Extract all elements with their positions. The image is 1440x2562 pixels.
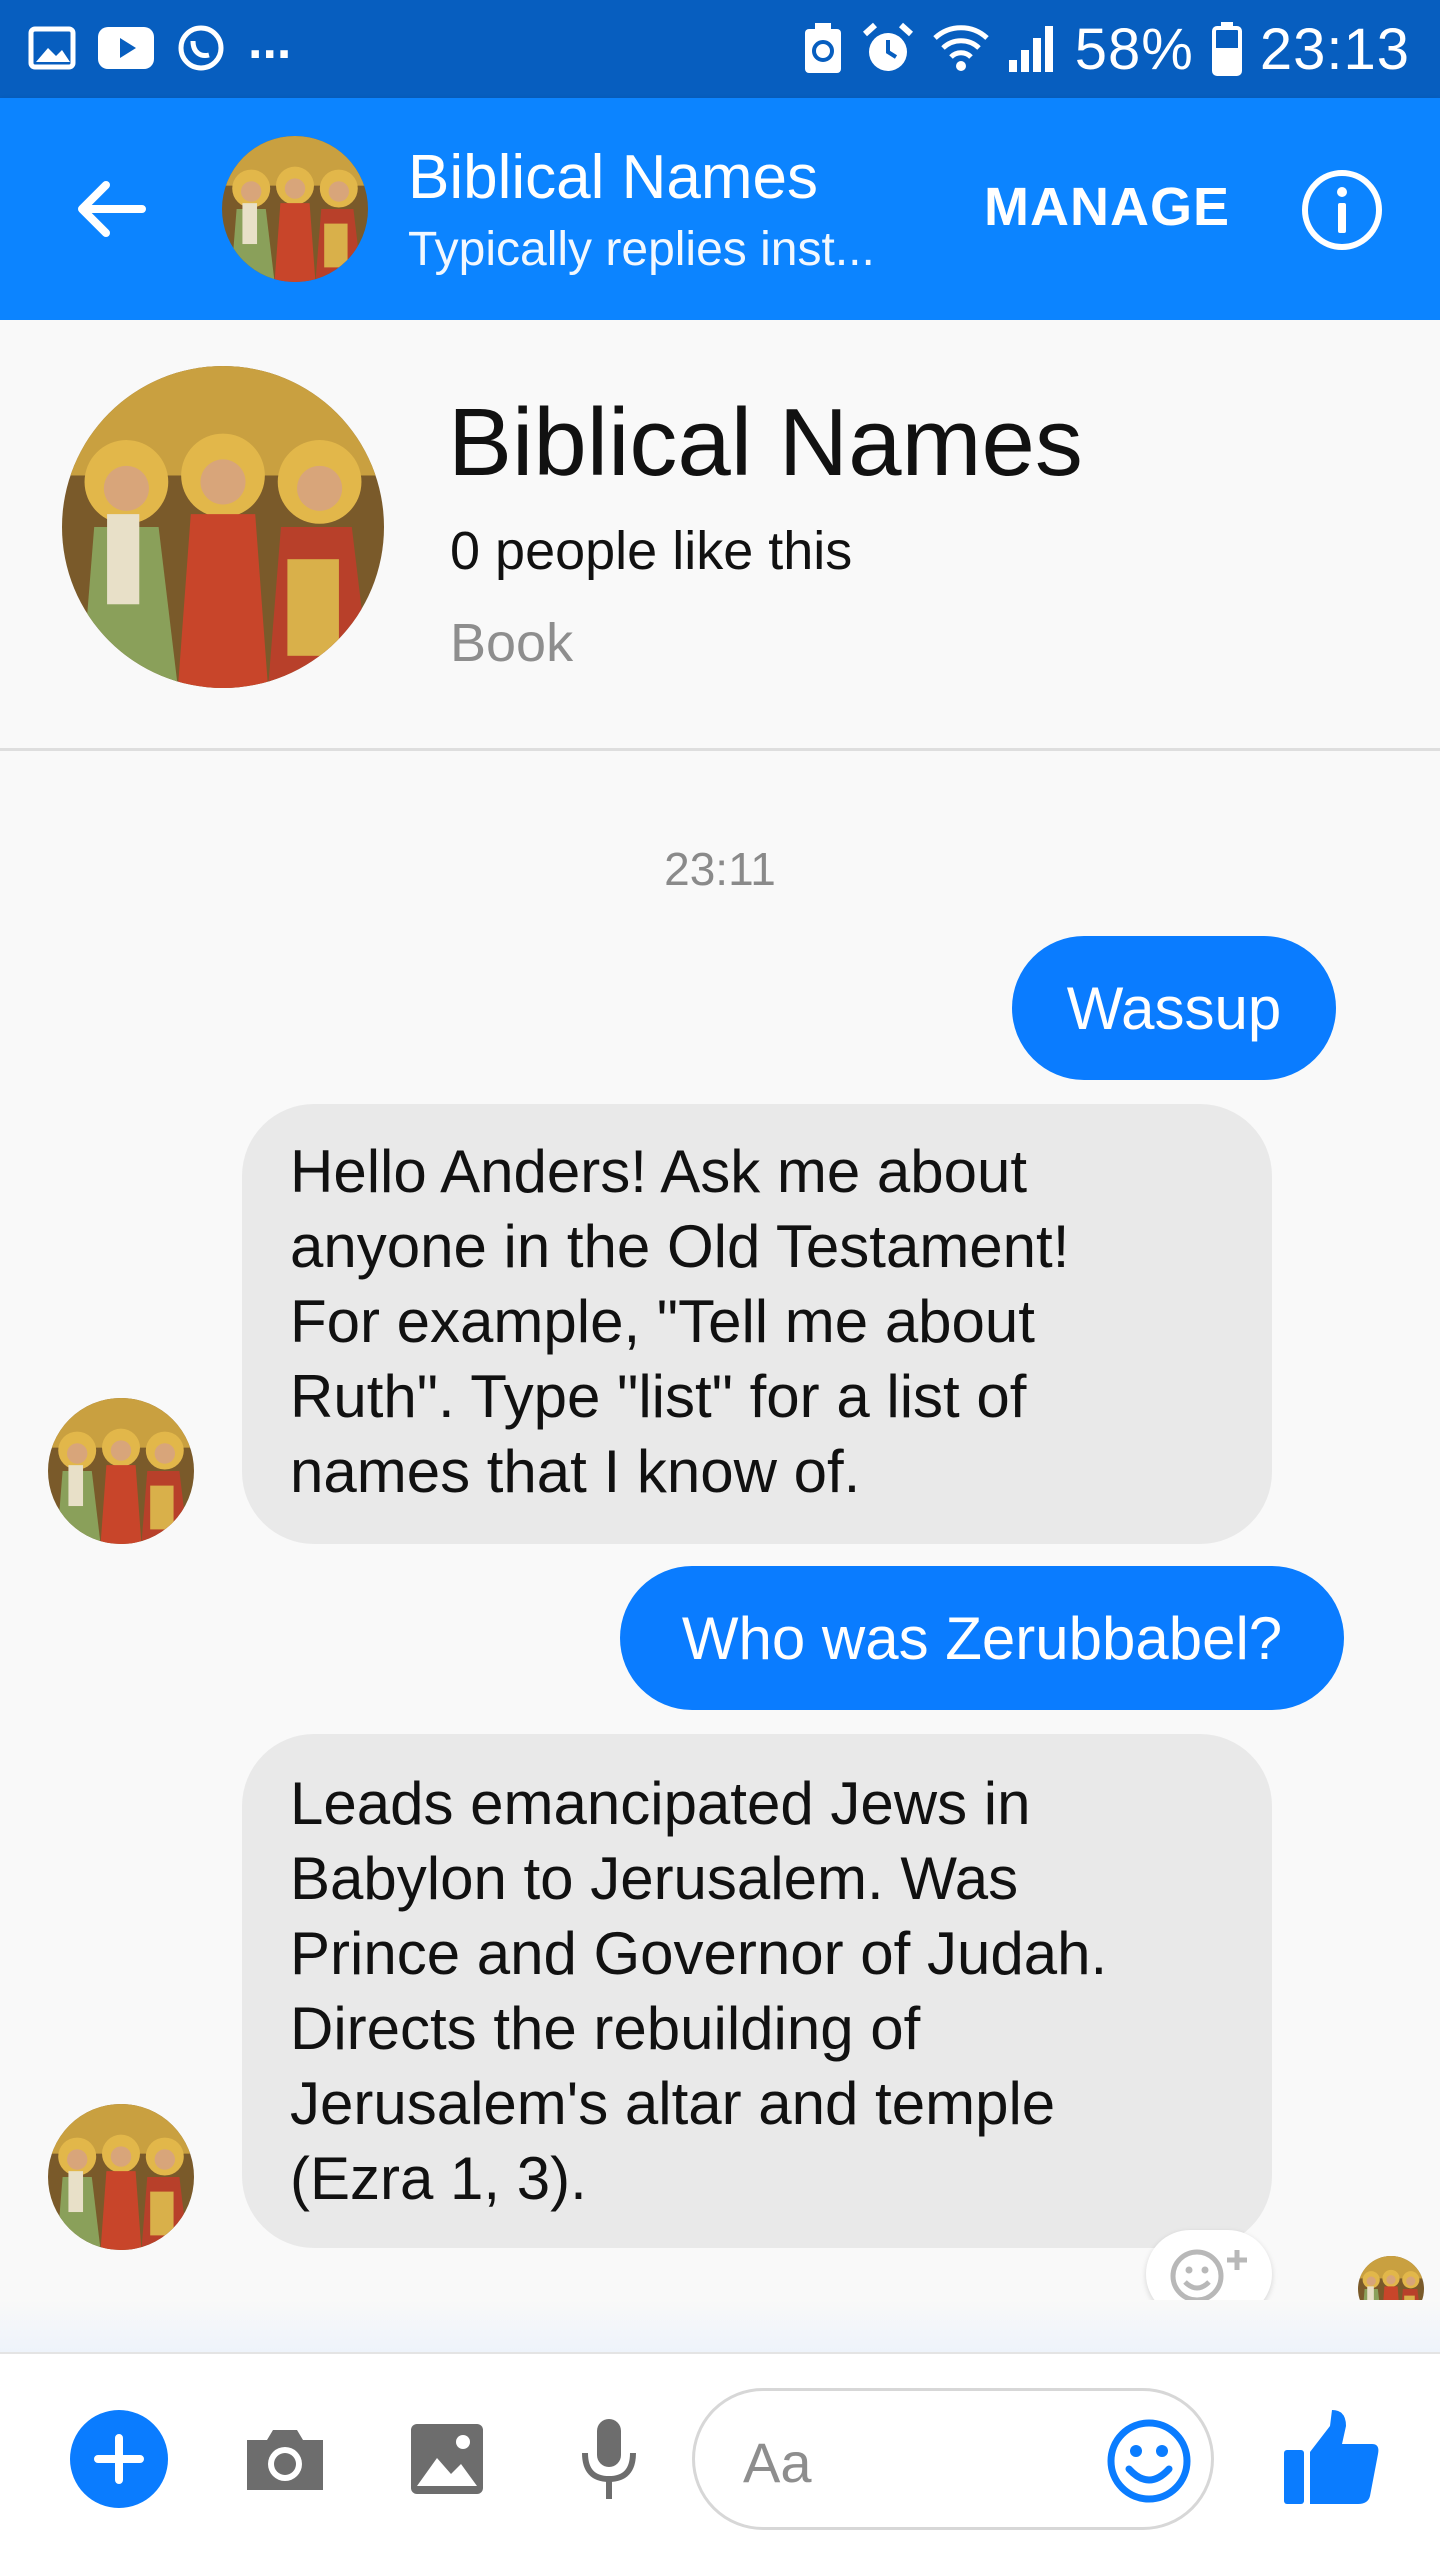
message-line: Leads emancipated Jews in	[290, 1770, 1031, 1837]
status-bar-notifications: ...	[28, 12, 291, 78]
back-button[interactable]	[66, 164, 156, 254]
sent-message-bubble[interactable]: Wassup	[1012, 936, 1336, 1080]
page-avatar[interactable]	[222, 136, 368, 282]
sync-notification-icon	[178, 25, 224, 71]
wifi-icon	[933, 25, 989, 71]
profile-likes: 0 people like this	[450, 521, 853, 581]
more-notifications: ...	[248, 12, 292, 70]
profile-name: Biblical Names	[448, 389, 1083, 496]
response-time-subtitle: Typically replies inst...	[408, 223, 875, 276]
icon-painting-thumbnail	[48, 1398, 194, 1544]
icon-painting-thumbnail	[222, 136, 368, 282]
battery-percentage: 58%	[1074, 16, 1194, 82]
message-timestamp: 23:11	[664, 843, 776, 895]
profile-category: Book	[450, 613, 574, 673]
status-bar-system: 58% 23:13	[803, 14, 1410, 84]
message-line: Babylon to Jerusalem. Was	[290, 1845, 1019, 1912]
message-text: Wassup	[1066, 974, 1282, 1042]
camera-icon	[247, 2430, 323, 2490]
mic-icon	[582, 2419, 636, 2499]
conversation-header: Biblical Names Typically replies inst...…	[0, 98, 1440, 320]
scroll-fade	[0, 2300, 1440, 2352]
message-line: Ruth". Type "list" for a list of	[290, 1363, 1027, 1430]
clock: 23:13	[1259, 16, 1410, 82]
like-button[interactable]	[1280, 2406, 1384, 2510]
profile-avatar[interactable]	[62, 366, 384, 688]
received-message-bubble[interactable]: Leads emancipated Jews in Babylon to Jer…	[242, 1734, 1272, 2248]
message-input[interactable]	[741, 2421, 1045, 2503]
icon-painting-thumbnail	[48, 2104, 194, 2250]
emoji-button[interactable]	[1105, 2417, 1193, 2505]
image-icon	[411, 2424, 483, 2494]
add-reaction-icon	[1170, 2249, 1247, 2303]
gallery-notification-icon	[28, 26, 76, 70]
thumbs-up-icon	[1284, 2410, 1379, 2504]
plus-icon	[94, 2434, 144, 2484]
emoji-icon	[1107, 2419, 1191, 2503]
conversation-title[interactable]: Biblical Names	[408, 142, 818, 213]
info-button[interactable]	[1300, 168, 1384, 252]
message-input-container[interactable]	[692, 2388, 1214, 2530]
message-line: Prince and Governor of Judah.	[290, 1920, 1108, 1987]
status-bar: ... 58% 23:13	[0, 0, 1440, 98]
info-icon	[1302, 170, 1382, 250]
battery-saver-icon	[804, 23, 841, 73]
message-line: names that I know of.	[290, 1438, 861, 1505]
sent-message-bubble[interactable]: Who was Zerubbabel?	[620, 1566, 1344, 1710]
camera-button[interactable]	[240, 2414, 330, 2504]
page-profile-header: Biblical Names 0 people like this Book	[0, 320, 1440, 751]
gallery-button[interactable]	[402, 2414, 492, 2504]
back-arrow-icon	[78, 181, 146, 237]
sender-avatar[interactable]	[48, 1398, 194, 1544]
message-line: anyone in the Old Testament!	[290, 1213, 1070, 1280]
message-line: For example, "Tell me about	[290, 1288, 1035, 1355]
message-composer	[0, 2352, 1440, 2562]
voice-message-button[interactable]	[564, 2414, 654, 2504]
message-text: Who was Zerubbabel?	[681, 1604, 1283, 1672]
signal-icon	[1008, 26, 1053, 72]
alarm-icon	[862, 22, 913, 71]
more-actions-button[interactable]	[70, 2410, 168, 2508]
icon-painting-image	[62, 366, 384, 688]
message-line: Jerusalem's altar and temple	[290, 2070, 1056, 2137]
message-line: Hello Anders! Ask me about	[290, 1138, 1028, 1205]
battery-icon	[1211, 22, 1242, 76]
message-line: Directs the rebuilding of	[290, 1995, 921, 2062]
manage-button[interactable]: MANAGE	[984, 176, 1230, 238]
youtube-notification-icon	[98, 27, 154, 69]
sender-avatar[interactable]	[48, 2104, 194, 2250]
message-line: (Ezra 1, 3).	[290, 2145, 587, 2212]
received-message-bubble[interactable]: Hello Anders! Ask me about anyone in the…	[242, 1104, 1272, 1544]
